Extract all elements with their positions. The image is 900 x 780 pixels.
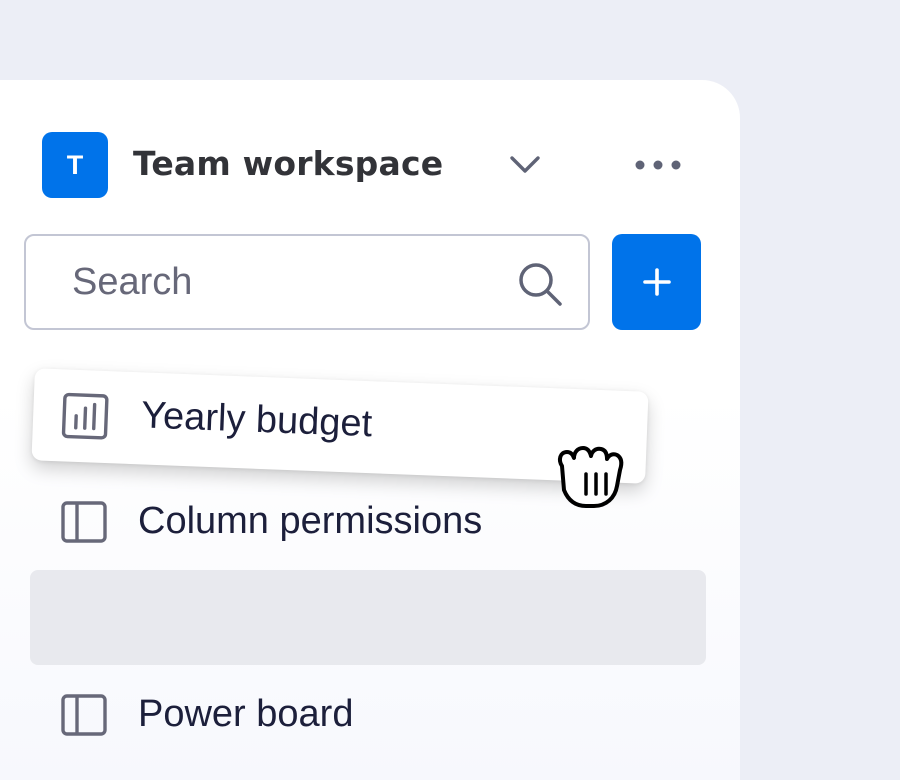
plus-icon [642, 268, 671, 296]
dashboard-icon [60, 391, 110, 441]
workspace-avatar-letter: T [66, 149, 84, 180]
search-field[interactable] [24, 234, 590, 330]
dragging-item-yearly-budget[interactable]: Yearly budget [31, 368, 649, 484]
list-item-label: Column permissions [138, 500, 483, 542]
drop-placeholder [30, 570, 706, 665]
sidebar-panel: T Team workspace Search Column permissio… [0, 80, 740, 780]
workspace-name[interactable]: Team workspace [133, 144, 443, 183]
search-input[interactable] [72, 260, 492, 304]
list-item-label: Power board [138, 693, 354, 735]
list-item-power-board[interactable]: Power board [30, 669, 706, 761]
list-item-column-permissions[interactable]: Column permissions [30, 476, 706, 568]
board-icon [60, 498, 108, 546]
dragging-item-label: Yearly budget [140, 394, 373, 446]
board-icon [60, 691, 108, 739]
chevron-down-icon[interactable] [508, 152, 542, 178]
search-icon[interactable] [516, 260, 564, 308]
workspace-header: T Team workspace [42, 132, 692, 198]
more-horizontal-icon[interactable] [632, 150, 684, 180]
add-button[interactable] [612, 234, 701, 330]
workspace-avatar[interactable]: T [42, 132, 108, 198]
